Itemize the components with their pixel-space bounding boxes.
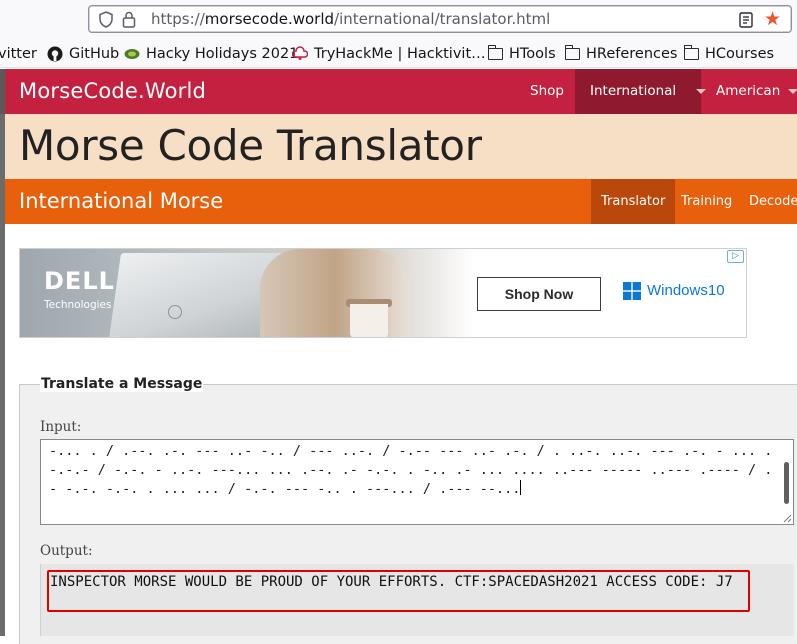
- lock-icon[interactable]: [122, 11, 136, 28]
- url-host: morsecode.world: [204, 10, 335, 28]
- bookmark-label: GitHub: [69, 46, 120, 62]
- bookmark-folder-hcourses[interactable]: HCourses: [683, 44, 775, 64]
- text-cursor: [520, 480, 522, 495]
- page-edge: [0, 114, 5, 179]
- bookmark-label: TryHackMe | Hacktivit…: [314, 46, 486, 62]
- browser-toolbar: https://morsecode.world/international/tr…: [0, 0, 797, 40]
- folder-icon: [564, 45, 580, 60]
- bookmark-hacky-holidays[interactable]: Hacky Holidays 2021: [124, 44, 298, 64]
- bookmark-folder-hreferences[interactable]: HReferences: [564, 44, 678, 64]
- page-title: Morse Code Translator: [19, 121, 482, 170]
- reader-view-icon[interactable]: [739, 12, 753, 28]
- subnav-decoder-label: Decoder: [749, 194, 797, 209]
- coffee-cup-image: [350, 304, 388, 337]
- github-icon: [47, 46, 63, 62]
- section-navbar: International Morse Translator Training …: [0, 179, 797, 224]
- folder-icon: [683, 45, 699, 60]
- windows-logo-icon: [623, 282, 641, 300]
- bookmark-label: HTools: [509, 46, 556, 62]
- bookmark-twitter[interactable]: vitter: [0, 44, 37, 64]
- subnav-translator-label: Translator: [601, 194, 666, 209]
- dell-logo-mark-icon: [168, 305, 182, 319]
- tracking-protection-shield-icon[interactable]: [98, 11, 114, 28]
- ad-banner[interactable]: DELL Technologies Shop Now Windows10 ▷: [19, 248, 747, 338]
- ad-shop-now-button[interactable]: Shop Now: [477, 277, 601, 311]
- textarea-scrollbar[interactable]: [784, 462, 789, 504]
- chevron-down-icon: [788, 88, 797, 94]
- bookmark-github[interactable]: GitHub: [47, 44, 119, 64]
- bookmark-label: vitter: [0, 46, 37, 62]
- subnav-decoder[interactable]: Decoder: [739, 179, 797, 224]
- adchoices-icon[interactable]: ▷: [727, 250, 744, 263]
- url-scheme: https://: [151, 10, 205, 28]
- page-edge: [0, 224, 5, 636]
- page-edge: [0, 69, 5, 114]
- bookmark-label: HReferences: [586, 46, 678, 62]
- bookmark-star-icon[interactable]: ★: [764, 9, 781, 29]
- nav-international-label: International: [590, 83, 677, 99]
- output-highlight-box: [47, 570, 750, 612]
- folder-icon: [487, 45, 503, 60]
- ad-brand-sub: Technologies: [44, 299, 112, 311]
- translate-legend: Translate a Message: [40, 376, 204, 392]
- ad-partner: Windows10: [647, 282, 725, 299]
- site-brand-link[interactable]: MorseCode.World: [19, 79, 206, 103]
- hacky-holidays-icon: [124, 49, 140, 59]
- input-label: Input:: [40, 419, 82, 435]
- bookmark-tryhackme[interactable]: TryHackMe | Hacktivit…: [292, 44, 486, 64]
- page-edge: [0, 179, 5, 224]
- resize-handle-icon[interactable]: [783, 514, 792, 523]
- bookmark-label: HCourses: [705, 46, 775, 62]
- nav-international[interactable]: International: [575, 69, 707, 114]
- url-path: /international/translator.html: [334, 10, 551, 28]
- morse-input-textarea[interactable]: -... . / .--. .-. --- ..- -.. / --- ..-.…: [40, 439, 794, 525]
- nav-shop[interactable]: Shop: [515, 69, 579, 114]
- section-title: International Morse: [19, 189, 224, 213]
- morse-input-text: -... . / .--. .-. --- ..- -.. / --- ..-.…: [49, 443, 773, 497]
- output-label: Output:: [40, 543, 93, 559]
- page-header: Morse Code Translator: [0, 114, 797, 179]
- subnav-training-label: Training: [681, 194, 733, 209]
- morse-input-value: -... . / .--. .-. --- ..- -.. / --- ..-.…: [49, 442, 779, 499]
- subnav-training[interactable]: Training: [671, 179, 742, 224]
- tryhackme-icon: [292, 46, 308, 60]
- nav-american-label: American: [716, 83, 781, 99]
- address-bar[interactable]: https://morsecode.world/international/tr…: [88, 5, 792, 33]
- nav-shop-label: Shop: [530, 83, 564, 99]
- site-navbar: MorseCode.World Shop International Ameri…: [0, 69, 797, 114]
- subnav-translator[interactable]: Translator: [591, 179, 676, 224]
- url-text[interactable]: https://morsecode.world/international/tr…: [151, 10, 550, 28]
- bookmark-folder-htools[interactable]: HTools: [487, 44, 556, 64]
- nav-american[interactable]: American: [701, 69, 797, 114]
- bookmark-label: Hacky Holidays 2021: [146, 46, 299, 62]
- ad-brand: DELL: [44, 267, 115, 295]
- bookmarks-toolbar: vitter GitHub Hacky Holidays 2021 TryHac…: [0, 40, 797, 68]
